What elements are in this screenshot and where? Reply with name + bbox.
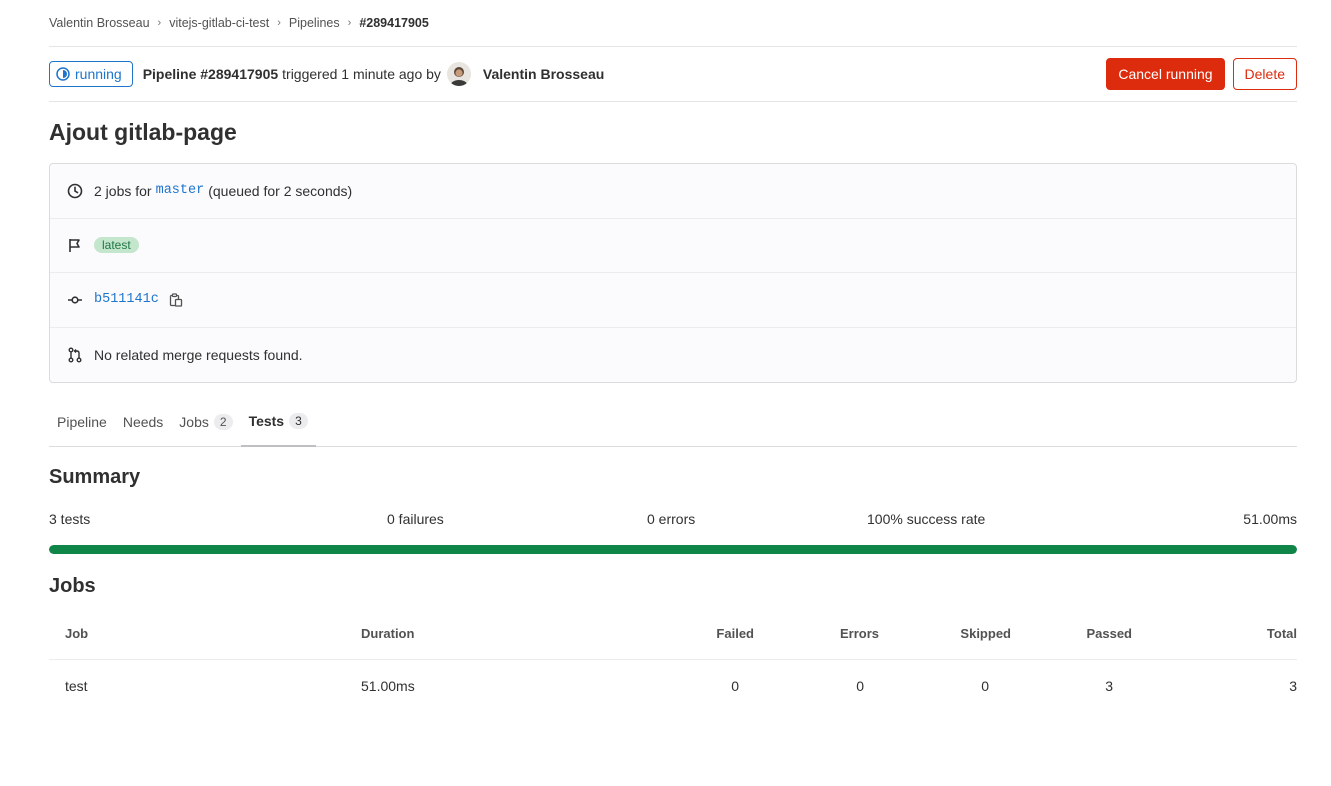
page-title: Ajout gitlab-page: [49, 119, 237, 145]
column-header-failed: Failed: [716, 626, 754, 641]
running-status-icon: [56, 67, 70, 81]
jobs-table: Job Duration Failed Errors Skipped Passe…: [49, 608, 1297, 712]
summary-duration: 51.00ms: [1243, 511, 1297, 527]
summary-heading: Summary: [49, 466, 141, 488]
badges-info-row: latest: [50, 219, 1296, 273]
breadcrumb-user[interactable]: Valentin Brosseau: [49, 16, 150, 30]
commit-icon: [66, 291, 84, 309]
tab-count-badge: 2: [213, 413, 233, 430]
breadcrumb-pipeline-id[interactable]: #289417905: [359, 16, 429, 30]
chevron-right-icon: ›: [157, 17, 162, 29]
avatar[interactable]: [446, 62, 471, 86]
table-row[interactable]: test 51.00ms 0 0 0 3 3: [49, 660, 1297, 712]
breadcrumb-pipelines[interactable]: Pipelines: [289, 16, 340, 30]
tab-label: Pipeline: [57, 413, 107, 430]
chevron-right-icon: ›: [347, 17, 352, 29]
job-errors: 0: [856, 678, 864, 694]
header-actions: Cancel running Delete: [1106, 58, 1297, 90]
table-header-row: Job Duration Failed Errors Skipped Passe…: [49, 608, 1297, 660]
merge-request-info-row: No related merge requests found.: [50, 328, 1296, 383]
job-failed: 0: [731, 678, 739, 694]
column-header-job: Job: [65, 626, 89, 641]
column-header-duration: Duration: [361, 626, 415, 641]
status-label: running: [75, 66, 122, 82]
tests-count: 3 tests: [49, 511, 91, 527]
job-name[interactable]: test: [65, 678, 88, 694]
tab-jobs[interactable]: Jobs 2: [171, 397, 240, 446]
divider: [49, 101, 1297, 102]
merge-requests-text: No related merge requests found.: [94, 346, 303, 363]
jobs-info-row: 2 jobs for master (queued for 2 seconds): [50, 164, 1296, 219]
breadcrumb: Valentin Brosseau › vitejs-gitlab-ci-tes…: [49, 15, 429, 31]
commit-sha-link[interactable]: b511141c: [94, 292, 159, 307]
jobs-count-text: 2 jobs for: [94, 182, 152, 199]
column-header-passed: Passed: [1086, 626, 1132, 641]
chevron-right-icon: ›: [277, 17, 281, 29]
column-header-skipped: Skipped: [960, 626, 1011, 641]
pipeline-label: Pipeline #289417905: [142, 66, 279, 82]
clock-icon: [66, 182, 84, 200]
progress-fill: [49, 545, 1297, 554]
queued-text: (queued for 2 seconds): [208, 182, 353, 199]
pipeline-tabs: Pipeline Needs Jobs 2 Tests 3: [49, 397, 1297, 447]
breadcrumb-project[interactable]: vitejs-gitlab-ci-test: [169, 16, 269, 30]
success-rate: 100% success rate: [867, 511, 986, 527]
jobs-heading: Jobs: [49, 575, 96, 597]
pipeline-info-box: 2 jobs for master (queued for 2 seconds)…: [49, 163, 1297, 383]
job-passed: 3: [1105, 678, 1113, 694]
latest-badge: latest: [94, 237, 139, 254]
cancel-running-button[interactable]: Cancel running: [1106, 58, 1225, 90]
branch-link[interactable]: master: [156, 183, 205, 198]
pipeline-page: Valentin Brosseau › vitejs-gitlab-ci-tes…: [0, 0, 1331, 786]
tab-pipeline[interactable]: Pipeline: [49, 397, 115, 446]
status-badge[interactable]: running: [49, 61, 133, 87]
job-duration: 51.00ms: [361, 678, 415, 694]
column-header-errors: Errors: [839, 626, 879, 641]
job-total: 3: [1289, 678, 1297, 694]
column-header-total: Total: [1266, 626, 1297, 641]
success-progress-bar: [49, 545, 1297, 554]
tab-needs[interactable]: Needs: [115, 397, 171, 446]
errors-count: 0 errors: [647, 511, 696, 527]
job-skipped: 0: [981, 678, 989, 694]
triggered-text: triggered 1 minute ago by: [282, 66, 441, 82]
commit-info-row: b511141c: [50, 273, 1296, 328]
trigger-user-link[interactable]: Valentin Brosseau: [483, 66, 604, 82]
failures-count: 0 failures: [387, 511, 444, 527]
tab-label: Needs: [122, 413, 164, 430]
copy-icon[interactable]: [169, 293, 183, 307]
tab-count-badge: 3: [289, 413, 308, 429]
flag-icon: [66, 236, 84, 254]
tab-label: Tests: [248, 413, 285, 429]
delete-button[interactable]: Delete: [1232, 58, 1297, 90]
tab-label: Jobs: [179, 413, 209, 430]
avatar-image-icon: [446, 62, 471, 86]
merge-request-icon: [66, 346, 84, 364]
pipeline-summary: Pipeline #289417905 triggered 1 minute a…: [142, 62, 604, 86]
tab-tests[interactable]: Tests 3: [240, 397, 316, 447]
pipeline-header: running Pipeline #289417905 triggered 1 …: [49, 47, 1297, 101]
